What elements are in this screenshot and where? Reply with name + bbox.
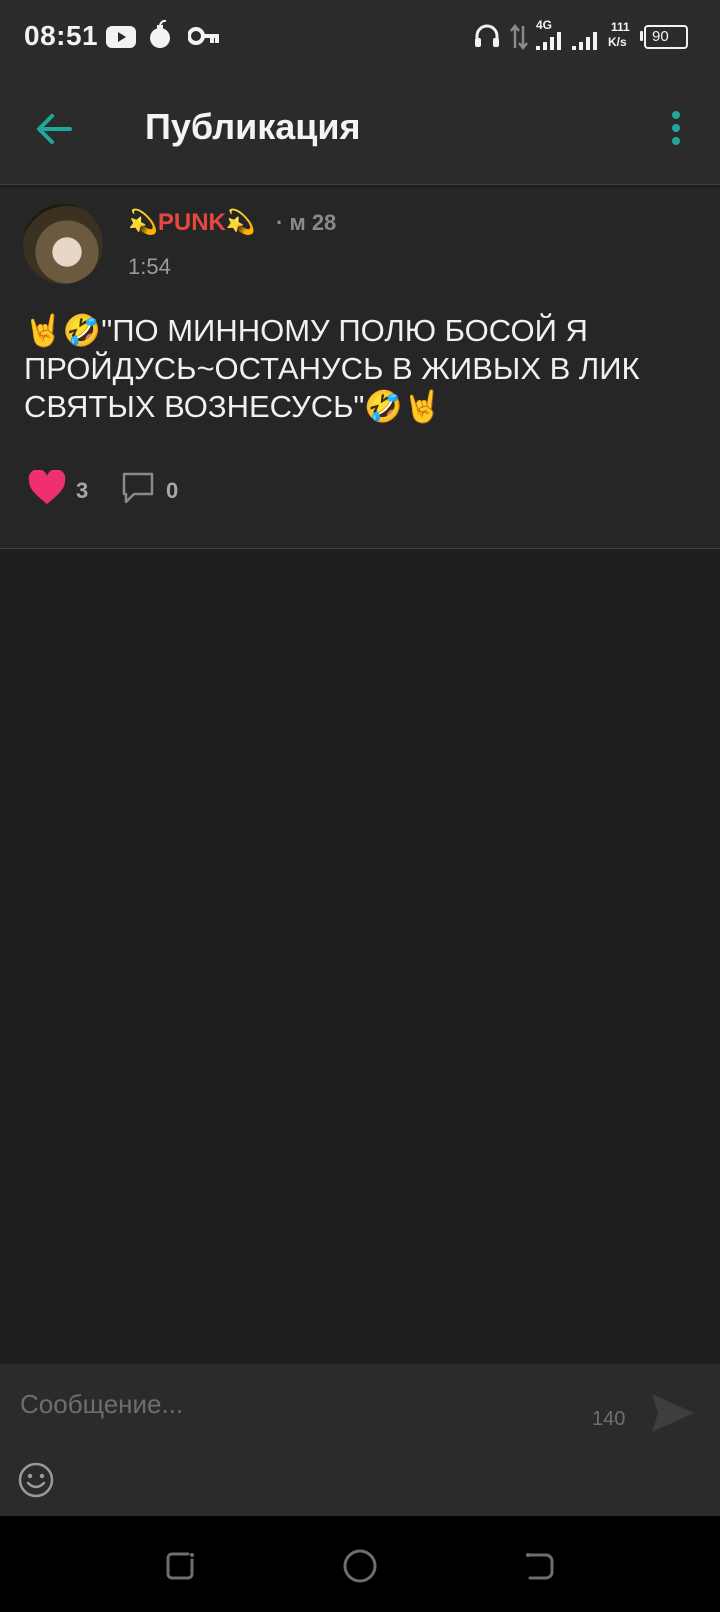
status-bar: 08:51 4G 111 K/s 90 (0, 0, 720, 74)
avatar[interactable] (23, 204, 103, 284)
battery-level: 90 (652, 28, 669, 45)
data-arrows-icon (510, 24, 528, 50)
message-input[interactable] (8, 1376, 592, 1432)
recent-apps-icon (166, 1552, 194, 1580)
post-time: 1:54 (128, 254, 171, 279)
more-vertical-icon (672, 111, 680, 145)
arrow-left-icon (37, 114, 72, 144)
send-icon (652, 1394, 694, 1432)
headphones-icon (475, 24, 499, 47)
app-bar: Публикация (0, 74, 720, 185)
heart-icon (28, 470, 66, 504)
signal-icon (536, 32, 561, 50)
emoji-button[interactable] (16, 1460, 56, 1500)
more-options-button[interactable] (662, 104, 690, 154)
page-title: Публикация (145, 106, 361, 147)
battery-tip (640, 31, 643, 41)
network-speed-value: 111 (611, 20, 630, 34)
back-icon (526, 1553, 554, 1580)
vpn-key-icon (188, 27, 219, 45)
status-time: 08:51 (24, 20, 99, 51)
like-count: 3 (76, 478, 89, 503)
bomb-icon (150, 20, 170, 48)
home-button[interactable] (340, 1546, 380, 1586)
screen: 08:51 4G 111 K/s 90 Публикация 💫PUNK💫 · … (0, 0, 720, 1612)
author-name[interactable]: 💫PUNK💫 (128, 208, 256, 237)
comment-count: 0 (166, 478, 179, 503)
youtube-icon (106, 26, 136, 48)
network-speed-unit: K/s (608, 35, 627, 49)
back-button[interactable] (30, 104, 80, 154)
back-nav-button[interactable] (520, 1546, 560, 1586)
post-text: 🤘🤣"ПО МИННОМУ ПОЛЮ БОСОЙ Я ПРОЙДУСЬ~ОСТА… (24, 313, 640, 424)
author-meta: · м 28 (276, 210, 337, 235)
post-card: 💫PUNK💫 · м 28 1:54 🤘🤣"ПО МИННОМУ ПОЛЮ БО… (0, 188, 720, 549)
home-icon (343, 1549, 377, 1583)
recent-apps-button[interactable] (160, 1546, 200, 1586)
send-button[interactable] (648, 1388, 698, 1438)
comment-icon (122, 472, 154, 504)
smiley-icon (18, 1462, 54, 1498)
signal-icon (572, 32, 597, 50)
status-system-icons: 4G 111 K/s 90 (460, 0, 720, 74)
message-composer: 140 (0, 1364, 720, 1516)
char-counter: 140 (592, 1408, 626, 1430)
battery-icon: 90 (644, 25, 688, 49)
network-type-label: 4G (536, 18, 553, 32)
system-nav-bar (0, 1516, 720, 1612)
